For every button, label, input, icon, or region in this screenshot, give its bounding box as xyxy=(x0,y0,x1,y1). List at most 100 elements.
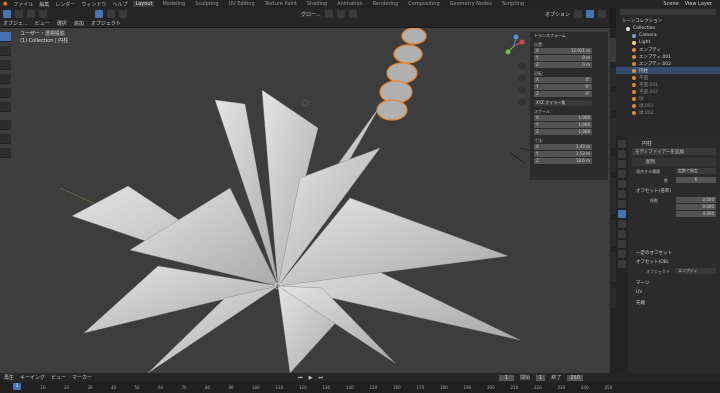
modifier-tab-icon[interactable] xyxy=(618,210,626,218)
camera-view-icon[interactable] xyxy=(518,86,526,94)
constant-offset-section[interactable]: 一定のオフセット xyxy=(636,250,672,256)
count-field[interactable]: 6 xyxy=(676,177,716,183)
select-tool-icon[interactable] xyxy=(0,32,11,42)
end-frame-field[interactable]: 250 xyxy=(567,374,583,381)
playback-menu[interactable]: 再生 xyxy=(4,374,14,381)
tab-layout[interactable]: Layout xyxy=(133,1,155,7)
dimensions-y-field[interactable]: Y 1.53 m xyxy=(534,151,592,157)
modifier-header-array[interactable]: 配列 xyxy=(632,158,716,166)
zoom-icon[interactable] xyxy=(518,62,526,70)
dimensions-z-field[interactable]: Z 10.6 m xyxy=(534,158,592,164)
menu-window[interactable]: ウィンドウ xyxy=(81,1,106,8)
jump-start-icon[interactable]: ⏮ xyxy=(298,375,303,381)
move-tool-icon[interactable] xyxy=(0,60,11,70)
play-icon[interactable]: ▶ xyxy=(309,375,313,381)
measure-tool-icon[interactable] xyxy=(0,134,11,144)
pivot-icon[interactable] xyxy=(324,10,333,18)
scene-tab-icon[interactable] xyxy=(618,180,626,188)
blender-logo-icon[interactable]: ● xyxy=(3,1,7,7)
scale-y-field[interactable]: Y 1.066 xyxy=(534,122,592,128)
viewport-shading-icon[interactable] xyxy=(598,10,606,18)
uv-section[interactable]: UV xyxy=(636,290,642,295)
outliner-row-selected[interactable]: 円柱 xyxy=(616,67,720,74)
menu-add[interactable]: 追加 xyxy=(74,20,84,27)
outliner-row[interactable]: エンプティ.002 xyxy=(616,60,720,67)
rotation-y-field[interactable]: Y 0° xyxy=(534,84,592,90)
menu-select[interactable]: 選択 xyxy=(57,20,67,27)
select-mode-icon[interactable] xyxy=(15,10,23,18)
fit-type-dropdown[interactable]: 定数で指定 xyxy=(676,168,716,174)
tool-settings-icon[interactable] xyxy=(119,10,127,18)
keying-menu[interactable]: キーイング xyxy=(20,374,45,381)
merge-section[interactable]: マージ xyxy=(636,280,649,286)
rotation-mode-dropdown[interactable]: XYZ オイラー角 xyxy=(534,100,592,106)
rotate-tool-icon[interactable] xyxy=(0,74,11,84)
material-tab-icon[interactable] xyxy=(618,260,626,268)
add-cube-tool-icon[interactable] xyxy=(0,148,11,158)
viewport-shading-icon[interactable] xyxy=(574,10,582,18)
scale-z-field[interactable]: Z 1.066 xyxy=(534,129,592,135)
annotate-tool-icon[interactable] xyxy=(0,120,11,130)
view-layer-tab-icon[interactable] xyxy=(618,170,626,178)
tab-compositing[interactable]: Compositing xyxy=(406,1,441,7)
outliner-row[interactable]: 球.002 xyxy=(616,109,720,116)
snap-icon[interactable] xyxy=(336,10,345,18)
menu-object[interactable]: オブジェクト xyxy=(91,20,121,27)
outliner-row[interactable]: Light xyxy=(616,39,720,46)
tab-modeling[interactable]: Modeling xyxy=(160,1,187,7)
outliner-row[interactable]: Collection xyxy=(616,25,720,32)
transform-orientation-dropdown[interactable]: グロー... xyxy=(301,11,321,18)
rotation-x-field[interactable]: X 0° xyxy=(534,77,592,83)
marker-menu[interactable]: マーカー xyxy=(72,374,92,381)
menu-render[interactable]: レンダー xyxy=(55,1,75,8)
menu-help[interactable]: ヘルプ xyxy=(112,1,127,8)
outliner-row[interactable]: エンプティ.001 xyxy=(616,53,720,60)
location-x-field[interactable]: X 12.911 m xyxy=(534,48,592,54)
menu-file[interactable]: ファイル xyxy=(13,1,33,8)
menu-edit[interactable]: 編集 xyxy=(39,1,49,8)
proportional-edit-icon[interactable] xyxy=(348,10,357,18)
scene-selector[interactable]: Scene xyxy=(663,1,678,7)
world-tab-icon[interactable] xyxy=(618,190,626,198)
outliner-row[interactable]: エンプティ xyxy=(616,46,720,53)
location-y-field[interactable]: Y0 m xyxy=(534,55,592,61)
factor-x-field[interactable]: 0.000 xyxy=(676,197,716,203)
tab-texture-paint[interactable]: Texture Paint xyxy=(263,1,299,7)
tab-sculpting[interactable]: Sculpting xyxy=(193,1,220,7)
outliner-row[interactable]: 球.001 xyxy=(616,102,720,109)
particles-tab-icon[interactable] xyxy=(618,220,626,228)
object-offset-section[interactable]: オフセット(OB) xyxy=(636,259,669,265)
mode-dropdown[interactable]: オブジェ... xyxy=(3,20,28,27)
tool-settings-icon[interactable] xyxy=(95,10,103,18)
outliner-row[interactable]: 平面 xyxy=(616,74,720,81)
physics-tab-icon[interactable] xyxy=(618,230,626,238)
scale-x-field[interactable]: X 1.066 xyxy=(534,115,592,121)
tab-uv-editing[interactable]: UV Editing xyxy=(227,1,257,7)
location-z-field[interactable]: Z0 m xyxy=(534,62,592,68)
transform-tool-icon[interactable] xyxy=(0,102,11,112)
data-tab-icon[interactable] xyxy=(618,250,626,258)
outliner-scene-collection[interactable]: シーンコレクション xyxy=(616,17,720,24)
view-menu[interactable]: ビュー xyxy=(51,374,66,381)
tab-shading[interactable]: Shading xyxy=(305,1,329,7)
select-mode-icon[interactable] xyxy=(39,10,47,18)
object-tab-icon[interactable] xyxy=(618,200,626,208)
tab-scripting[interactable]: Scripting xyxy=(500,1,526,7)
factor-z-field[interactable]: 4.000 xyxy=(676,211,716,217)
scale-tool-icon[interactable] xyxy=(0,88,11,98)
cursor-tool-icon[interactable] xyxy=(0,46,11,56)
outliner-row[interactable]: 平面.002 xyxy=(616,88,720,95)
start-frame-field[interactable]: 1 xyxy=(536,374,546,381)
tab-geometry-nodes[interactable]: Geometry Nodes xyxy=(448,1,494,7)
menu-view[interactable]: ビュー xyxy=(35,20,50,27)
navigation-gizmo[interactable] xyxy=(502,34,526,58)
jump-end-icon[interactable]: ⏭ xyxy=(318,375,323,381)
current-frame-field[interactable]: 1 xyxy=(498,374,515,381)
ortho-grid-icon[interactable] xyxy=(518,98,526,106)
tool-tab-icon[interactable] xyxy=(618,140,626,148)
outliner-row[interactable]: 球 xyxy=(616,95,720,102)
outliner-row[interactable]: 平面.001 xyxy=(616,81,720,88)
factor-y-field[interactable]: 0.000 xyxy=(676,204,716,210)
output-tab-icon[interactable] xyxy=(618,160,626,168)
select-mode-icon[interactable] xyxy=(27,10,35,18)
